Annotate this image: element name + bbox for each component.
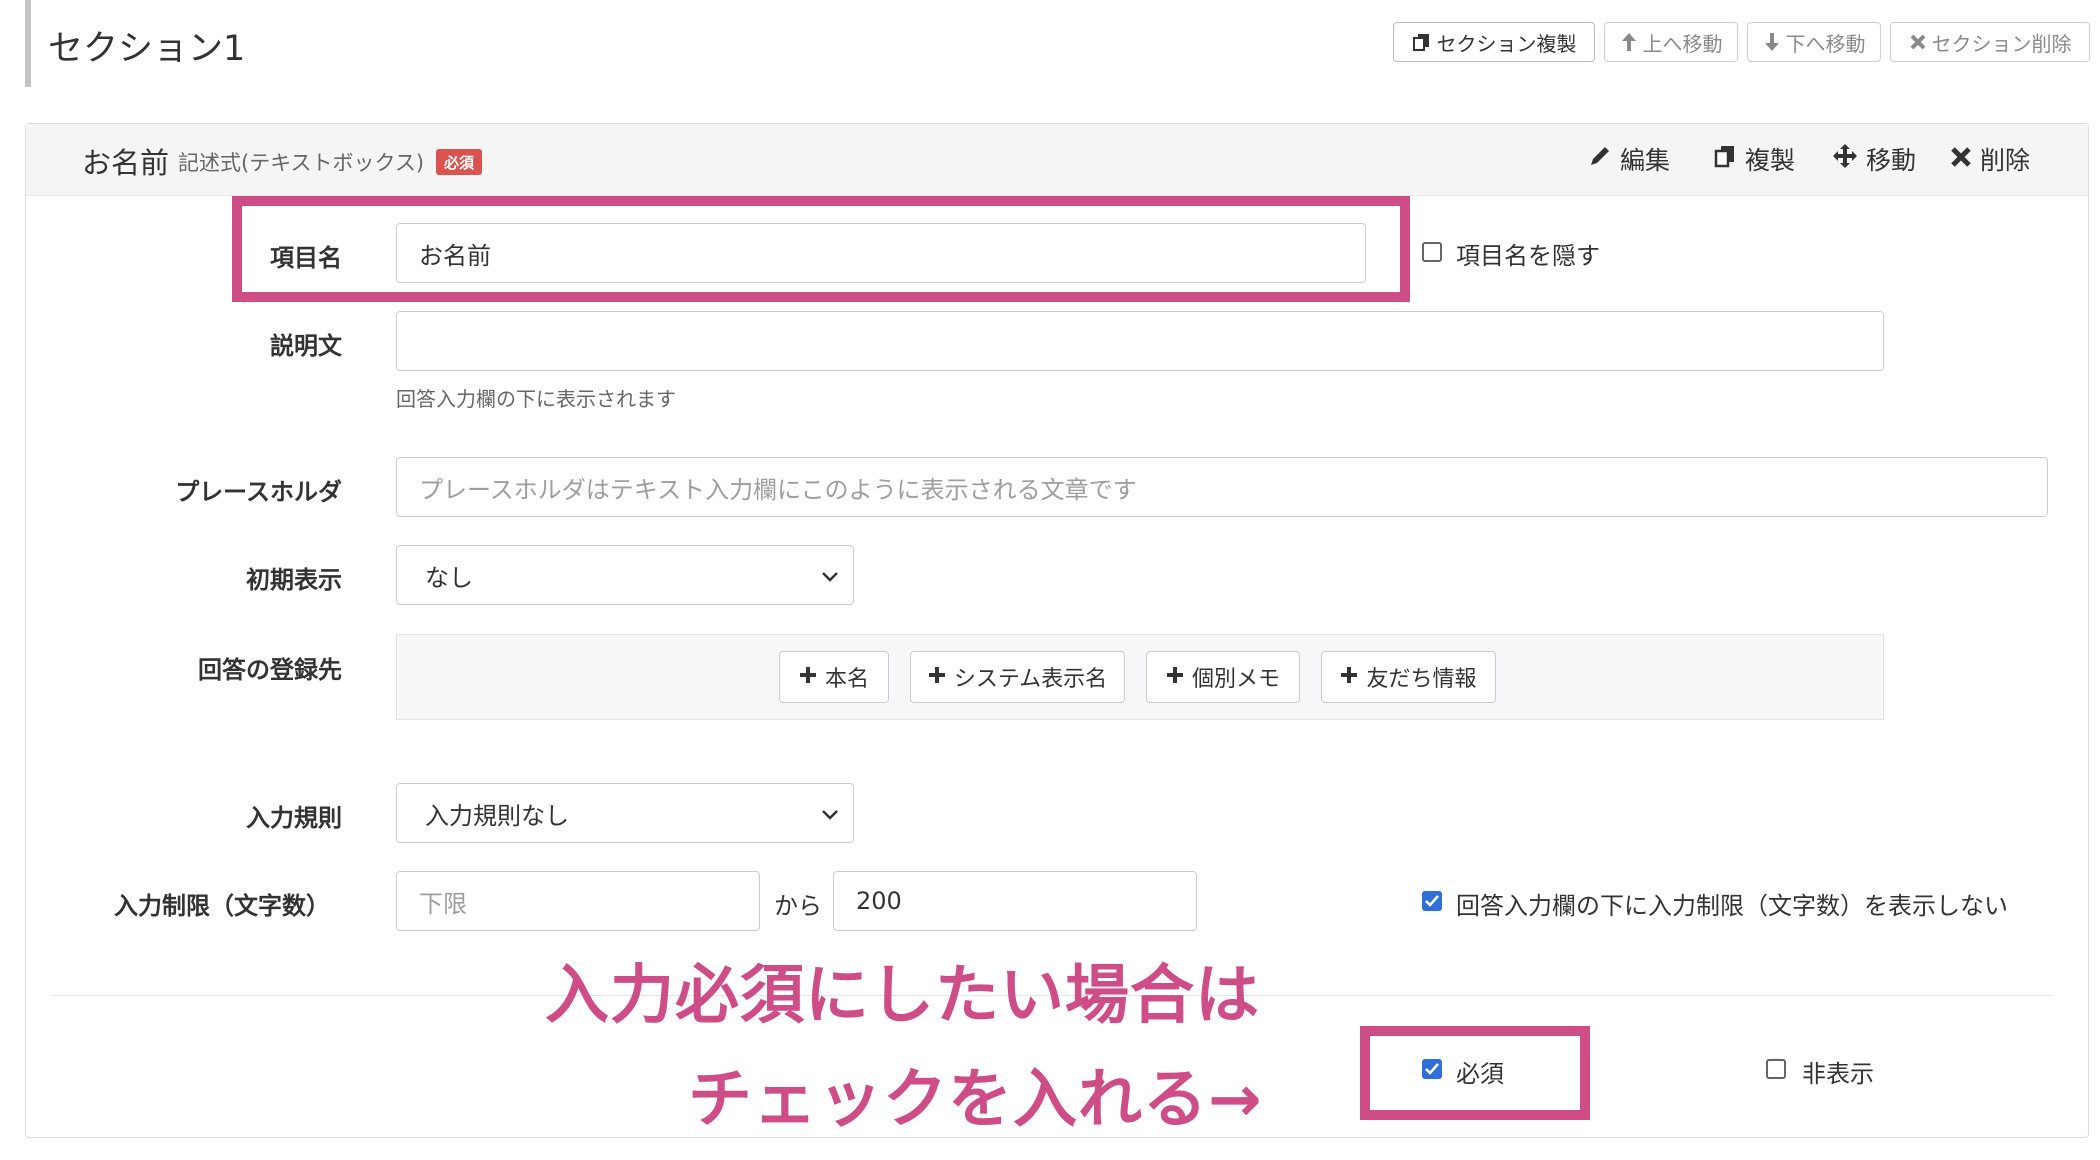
copy-icon [1412,32,1432,52]
duplicate-label: 複製 [1745,146,1796,175]
plus-icon [1166,665,1184,690]
edit-button[interactable]: 編集 [1588,142,1670,176]
highlight-item-name [232,196,1410,302]
register-memo-button[interactable]: 個別メモ [1146,651,1300,703]
close-icon [1909,33,1927,51]
arrow-up-icon [1620,32,1638,52]
register-memo-label: 個別メモ [1191,667,1280,692]
section-accent-bar [25,0,31,87]
hide-limit-label: 回答入力欄の下に入力制限（文字数）を表示しない [1456,892,2008,920]
plus-icon [799,665,817,690]
description-label: 説明文 [270,332,342,360]
register-display-name-button[interactable]: システム表示名 [910,651,1125,703]
initial-display-value: なし [425,563,473,592]
highlight-required [1360,1026,1590,1120]
question-title: お名前 [82,146,170,180]
plus-icon [1340,665,1358,690]
register-display-name-label: システム表示名 [953,667,1108,692]
move-down-label: 下へ移動 [1785,31,1866,56]
placeholder-input[interactable]: プレースホルダはテキスト入力欄にこのように表示される文章です [396,457,2048,517]
duplicate-section-label: セクション複製 [1436,31,1577,56]
chevron-down-icon [821,799,839,827]
close-icon [1950,145,1972,174]
question-type: 記述式(テキストボックス) [178,151,425,175]
move-up-button[interactable]: 上へ移動 [1604,22,1738,62]
register-target-area [396,634,1884,720]
register-real-name-button[interactable]: 本名 [779,651,889,703]
delete-button[interactable]: 削除 [1950,142,2030,176]
delete-section-label: セクション削除 [1931,31,2072,56]
pencil-icon [1588,144,1612,174]
description-help: 回答入力欄の下に表示されます [396,387,676,411]
limit-max-input[interactable]: 200 [833,871,1197,931]
annotation-line2: チェックを入れる→ [688,1063,1263,1137]
hide-limit-checkbox[interactable] [1422,891,1442,911]
delete-label: 削除 [1980,146,2031,175]
section-title: セクション1 [48,29,246,69]
limit-separator: から [774,892,822,920]
input-rule-select[interactable]: 入力規則なし [396,783,854,843]
move-down-button[interactable]: 下へ移動 [1747,22,1881,62]
annotation-line1: 入力必須にしたい場合は [545,959,1260,1033]
hide-item-name-label: 項目名を隠す [1456,242,1600,270]
input-limit-label: 入力制限（文字数） [114,892,330,920]
hidden-label: 非表示 [1802,1060,1874,1088]
chevron-down-icon [821,561,839,589]
register-real-name-label: 本名 [824,667,869,692]
duplicate-section-button[interactable]: セクション複製 [1393,22,1595,62]
delete-section-button[interactable]: セクション削除 [1890,22,2090,62]
description-input[interactable] [396,311,1884,371]
move-up-label: 上へ移動 [1642,31,1723,56]
required-badge: 必須 [436,149,483,175]
plus-icon [928,665,946,690]
hide-item-name-checkbox[interactable] [1422,242,1442,262]
register-friend-info-label: 友だち情報 [1366,667,1477,692]
limit-min-input[interactable]: 下限 [396,871,760,931]
initial-display-select[interactable]: なし [396,545,854,605]
arrow-down-icon [1763,32,1781,52]
move-label: 移動 [1866,146,1917,175]
edit-label: 編集 [1620,146,1671,175]
register-target-label: 回答の登録先 [198,656,342,684]
duplicate-button[interactable]: 複製 [1713,142,1795,176]
move-button[interactable]: 移動 [1832,142,1916,176]
move-icon [1832,143,1858,175]
hidden-checkbox[interactable] [1766,1059,1786,1079]
input-rule-value: 入力規則なし [425,801,569,830]
register-friend-info-button[interactable]: 友だち情報 [1321,651,1496,703]
placeholder-label: プレースホルダ [175,478,342,506]
copy-icon [1713,144,1737,174]
initial-display-label: 初期表示 [246,566,342,594]
input-rule-label: 入力規則 [246,804,342,832]
